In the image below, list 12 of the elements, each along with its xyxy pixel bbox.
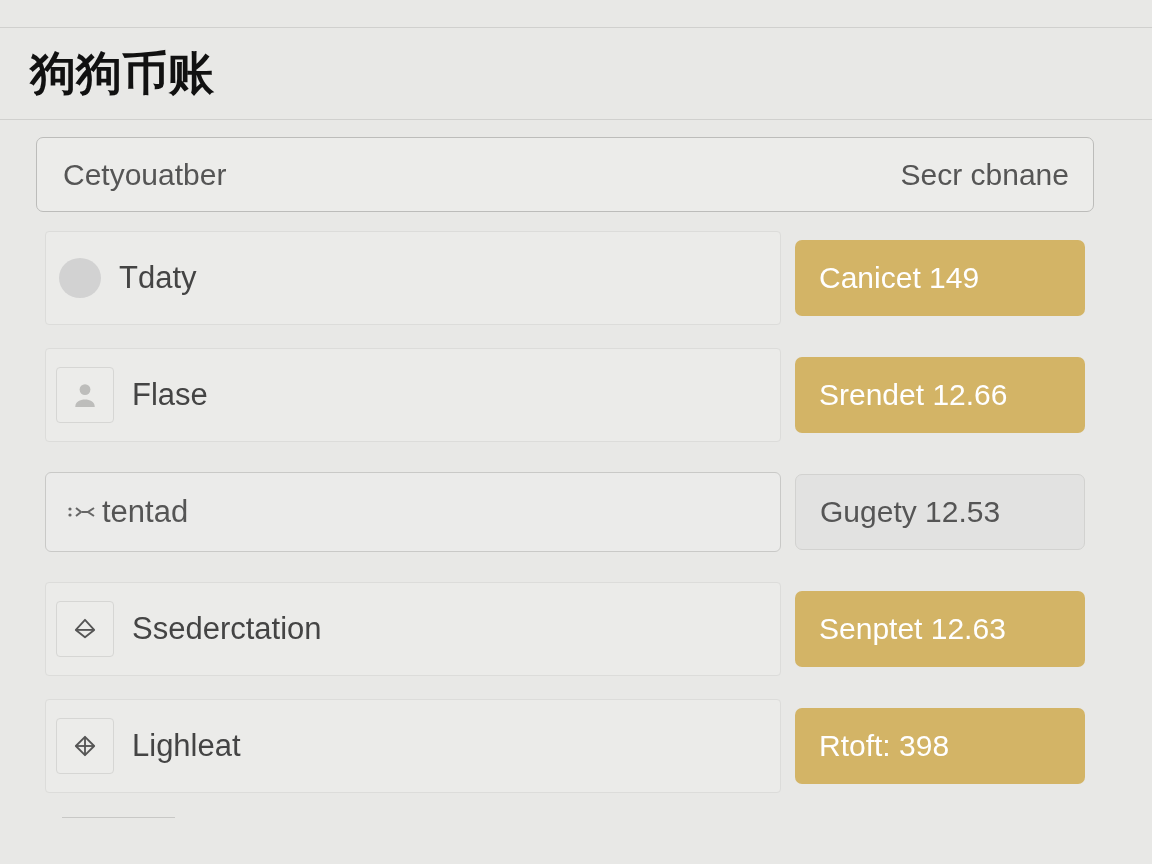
dotted-arrows-icon (68, 505, 96, 519)
person-icon (56, 367, 114, 423)
search-scope-label: Secr cbnane (900, 157, 1069, 192)
diamond-cross-icon (56, 718, 114, 774)
list-item[interactable]: Flase (45, 348, 781, 442)
avatar-icon (59, 258, 101, 298)
list-item[interactable]: Tdaty (45, 231, 781, 325)
page-title: 狗狗币账 (30, 46, 214, 101)
search-field[interactable]: Cetyouatber Secr cbnane (36, 137, 1094, 212)
list-item[interactable]: Lighleat (45, 699, 781, 793)
input-field[interactable]: tentad (45, 472, 781, 552)
list-item[interactable]: Ssederctation (45, 582, 781, 676)
